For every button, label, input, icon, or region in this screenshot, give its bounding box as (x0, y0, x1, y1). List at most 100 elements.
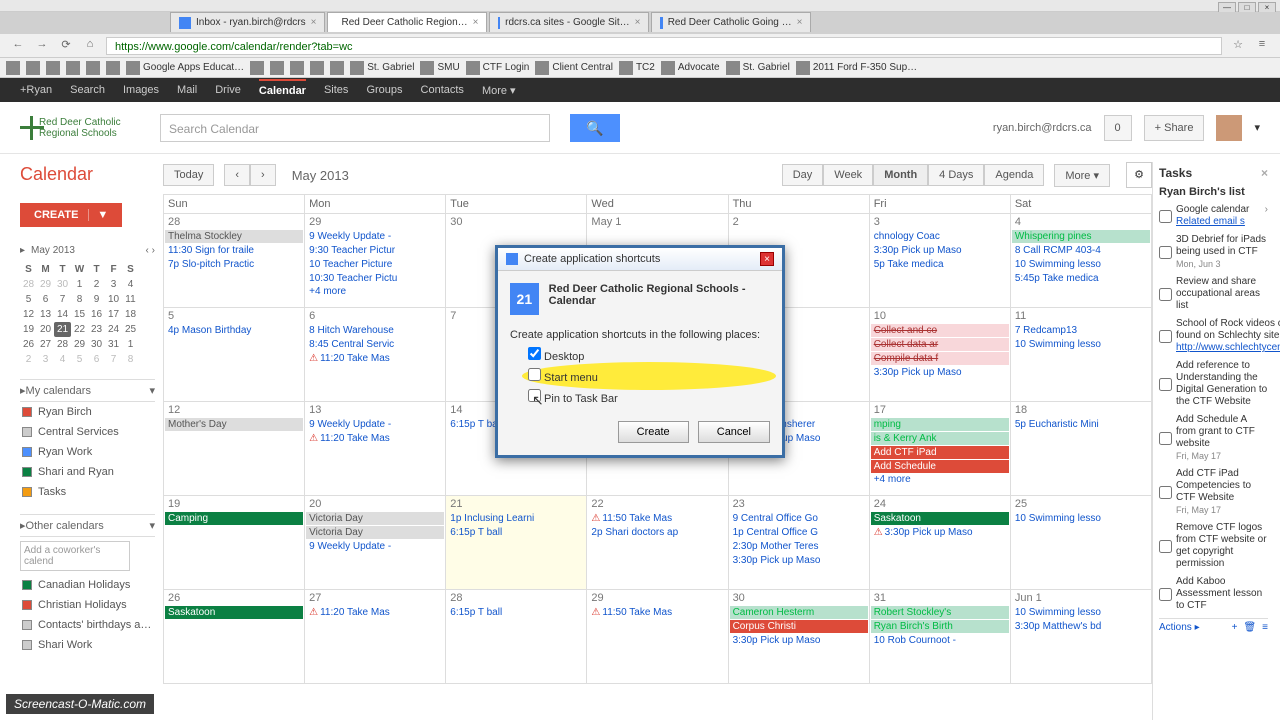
day-cell[interactable]: 12Mother's Day (164, 402, 305, 496)
event[interactable]: 9 Weekly Update - (306, 540, 444, 553)
event[interactable]: 5:45p Take medica (1012, 272, 1150, 285)
event[interactable]: 3:30p Pick up Maso (871, 366, 1009, 379)
event[interactable]: 5p Eucharistic Mini (1012, 418, 1150, 431)
task-item[interactable]: Add Kaboo Assessment lesson to CTF (1159, 576, 1268, 612)
add-coworker-input[interactable]: Add a coworker's calend (20, 541, 130, 571)
gbar-link[interactable]: Drive (215, 84, 241, 96)
event[interactable]: 3:30p Pick up Maso (730, 634, 868, 647)
bookmark-item[interactable] (6, 61, 20, 75)
bookmark-item[interactable]: St. Gabriel (350, 61, 414, 75)
day-cell[interactable]: 31Robert Stockley'sRyan Birch's Birth10 … (869, 590, 1010, 684)
next-button[interactable]: › (250, 164, 276, 186)
view-tab[interactable]: Week (823, 164, 873, 186)
gbar-link[interactable]: Search (70, 84, 105, 96)
event[interactable]: mping (871, 418, 1009, 431)
task-item[interactable]: Add reference to Understanding the Digit… (1159, 360, 1268, 408)
event[interactable]: 3:30p Matthew's bd (1012, 620, 1150, 633)
day-cell[interactable]: 17mpingis & Kerry AnkAdd CTF iPadAdd Sch… (869, 402, 1010, 496)
task-checkbox[interactable] (1159, 577, 1172, 612)
gbar-link[interactable]: Sites (324, 84, 348, 96)
event[interactable]: Victoria Day (306, 526, 444, 539)
view-tab[interactable]: Month (873, 164, 928, 186)
event[interactable]: 10 Teacher Picture (306, 258, 444, 271)
event[interactable]: Saskatoon (165, 606, 303, 619)
event[interactable]: 9 Central Office Go (730, 512, 868, 525)
task-checkbox[interactable] (1159, 523, 1172, 570)
event[interactable]: 6:15p T ball (447, 526, 585, 539)
bookmark-item[interactable]: CTF Login (466, 61, 530, 75)
event[interactable]: 11:20 Take Mas (306, 606, 444, 619)
calendar-item[interactable]: Ryan Work (20, 442, 155, 462)
day-cell[interactable]: 211p Inclusing Learni6:15p T ball (446, 496, 587, 590)
task-item[interactable]: 3D Debrief for iPads being used in CTFMo… (1159, 234, 1268, 270)
task-item[interactable]: Review and share occupational areas list (1159, 276, 1268, 312)
today-button[interactable]: Today (163, 164, 214, 186)
event[interactable]: 8 Call RCMP 403-4 (1012, 244, 1150, 257)
gbar-link[interactable]: Contacts (421, 84, 464, 96)
task-checkbox[interactable] (1159, 319, 1172, 354)
task-checkbox[interactable] (1159, 469, 1172, 516)
day-cell[interactable]: 286:15p T ball (446, 590, 587, 684)
event[interactable]: 9 Weekly Update - (306, 418, 444, 431)
bookmark-item[interactable] (290, 61, 304, 75)
calendar-item[interactable]: Ryan Birch (20, 402, 155, 422)
day-cell[interactable]: 2711:20 Take Mas (305, 590, 446, 684)
event[interactable]: 2p Shari doctors ap (588, 526, 726, 539)
day-cell[interactable]: 28Thelma Stockley11:30 Sign for traile7p… (164, 214, 305, 308)
event[interactable]: 10 Swimming lesso (1012, 338, 1150, 351)
day-cell[interactable]: 2211:50 Take Mas2p Shari doctors ap (587, 496, 728, 590)
event[interactable]: Robert Stockley's (871, 606, 1009, 619)
reload-icon[interactable]: ⟳ (58, 38, 74, 54)
notifications-count[interactable]: 0 (1104, 115, 1132, 141)
day-cell[interactable]: 24Saskatoon3:30p Pick up Maso (869, 496, 1010, 590)
bookmark-item[interactable] (250, 61, 264, 75)
event[interactable]: 9 Weekly Update - (306, 230, 444, 243)
event[interactable]: 11:30 Sign for traile (165, 244, 303, 257)
event[interactable]: 10 Swimming lesso (1012, 512, 1150, 525)
bookmark-item[interactable] (86, 61, 100, 75)
calendar-item[interactable]: Christian Holidays (20, 595, 155, 615)
bookmark-item[interactable] (46, 61, 60, 75)
avatar[interactable] (1216, 115, 1242, 141)
event[interactable]: chnology Coac (871, 230, 1009, 243)
gbar-link[interactable]: More ▾ (482, 84, 516, 97)
bookmark-item[interactable]: St. Gabriel (726, 61, 790, 75)
day-cell[interactable]: 139 Weekly Update -11:20 Take Mas (305, 402, 446, 496)
view-tab[interactable]: Day (782, 164, 824, 186)
task-checkbox[interactable] (1159, 277, 1172, 312)
calendar-item[interactable]: Shari and Ryan (20, 462, 155, 482)
browser-tab[interactable]: rdcrs.ca sites - Google Sit…× (489, 12, 649, 32)
bookmark-item[interactable] (270, 61, 284, 75)
event[interactable]: Collect and co (871, 324, 1009, 337)
tasks-close-icon[interactable]: × (1261, 166, 1268, 180)
day-cell[interactable]: 20Victoria DayVictoria Day9 Weekly Updat… (305, 496, 446, 590)
day-cell[interactable]: 239 Central Office Go1p Central Office G… (728, 496, 869, 590)
avatar-menu-icon[interactable]: ▾ (1254, 121, 1260, 134)
event[interactable]: 4p Mason Birthday (165, 324, 303, 337)
share-button[interactable]: + Share (1144, 115, 1205, 141)
bookmark-item[interactable] (330, 61, 344, 75)
browser-tab[interactable]: Red Deer Catholic Region…× (327, 12, 487, 32)
bookmark-item[interactable]: TC2 (619, 61, 655, 75)
gbar-link[interactable]: Mail (177, 84, 197, 96)
event[interactable]: Cameron Hesterm (730, 606, 868, 619)
wrench-icon[interactable]: ≡ (1254, 38, 1270, 54)
event[interactable]: 11:50 Take Mas (588, 512, 726, 525)
event[interactable]: 7p Slo-pitch Practic (165, 258, 303, 271)
day-cell[interactable]: 4Whispering pines8 Call RCMP 403-410 Swi… (1010, 214, 1151, 308)
home-icon[interactable]: ⌂ (82, 38, 98, 54)
star-icon[interactable]: ☆ (1230, 38, 1246, 54)
event[interactable]: 6:15p T ball (447, 606, 585, 619)
event[interactable]: +4 more (305, 286, 445, 297)
day-cell[interactable]: 26Saskatoon (164, 590, 305, 684)
gbar-link[interactable]: Groups (366, 84, 402, 96)
event[interactable]: Victoria Day (306, 512, 444, 525)
task-item[interactable]: Google calendar Related email s› (1159, 204, 1268, 228)
create-button[interactable]: CREATE▼ (20, 203, 122, 227)
tasks-menu-icon[interactable]: ≡ (1262, 622, 1268, 633)
day-cell[interactable]: 19Camping (164, 496, 305, 590)
event[interactable]: 2:30p Mother Teres (730, 540, 868, 553)
day-cell[interactable]: 117 Redcamp1310 Swimming lesso (1010, 308, 1151, 402)
gbar-link[interactable]: Images (123, 84, 159, 96)
bookmark-item[interactable] (310, 61, 324, 75)
